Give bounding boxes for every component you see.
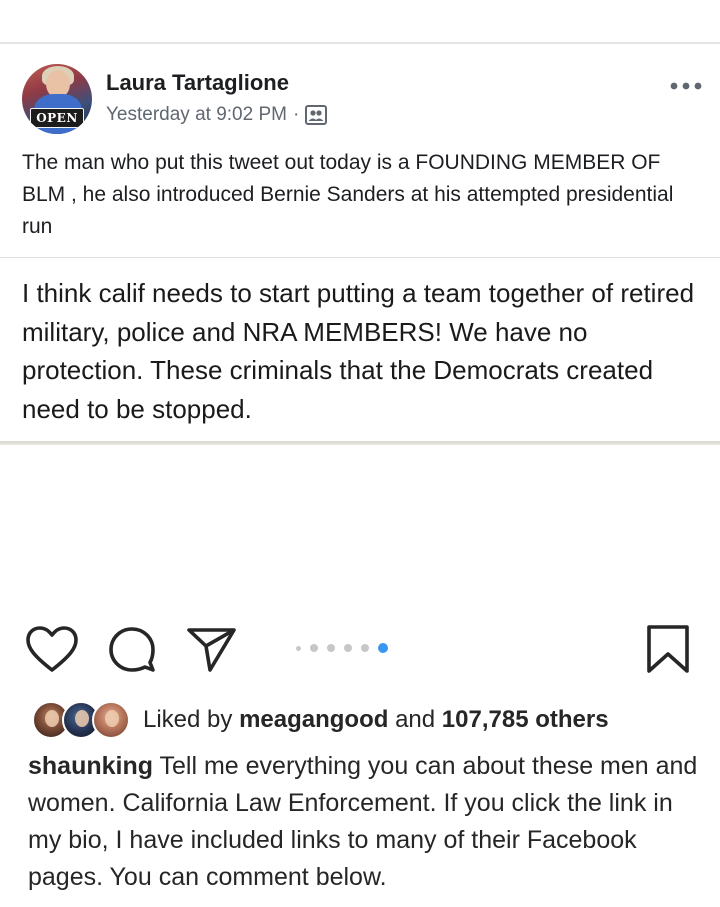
caption-username-link[interactable]: shaunking xyxy=(28,752,153,780)
post-meta: Yesterday at 9:02 PM · xyxy=(106,104,328,126)
avatar-sign: OPEN xyxy=(30,108,84,128)
liked-by-user-link[interactable]: meagangood xyxy=(239,706,388,733)
likes-row: Liked by meagangood and 107,785 others xyxy=(32,700,609,740)
author-avatar: OPEN xyxy=(22,64,92,134)
carousel-dot xyxy=(310,644,318,652)
carousel-dot xyxy=(296,645,301,651)
likes-summary: Liked by meagangood and 107,785 others xyxy=(143,706,609,734)
likes-connector: and xyxy=(395,706,436,733)
carousel-dot xyxy=(327,644,335,652)
carousel-indicator xyxy=(296,643,388,653)
action-bar xyxy=(0,620,720,680)
heart-icon[interactable] xyxy=(26,626,78,674)
shared-tweet-divider xyxy=(0,441,720,445)
post-caption: The man who put this tweet out today is … xyxy=(22,151,674,238)
likes-count-link[interactable]: 107,785 others xyxy=(442,706,609,733)
send-icon[interactable] xyxy=(186,626,238,674)
more-options-icon[interactable] xyxy=(668,78,704,94)
comment-icon[interactable] xyxy=(108,626,156,674)
post-timestamp: Yesterday at 9:02 PM xyxy=(106,104,287,125)
avatar xyxy=(92,701,130,739)
post-media[interactable]: OPEN Laura Tartaglione Yesterday at 9:02… xyxy=(0,0,720,614)
carousel-dot-active xyxy=(378,643,388,653)
meta-separator: · xyxy=(292,104,300,125)
author-name: Laura Tartaglione xyxy=(106,70,289,95)
liker-avatars[interactable] xyxy=(32,701,132,739)
caption-divider xyxy=(0,257,720,258)
shared-tweet-text: I think calif needs to start putting a t… xyxy=(22,278,695,424)
likes-prefix: Liked by xyxy=(143,706,233,733)
carousel-dot xyxy=(361,644,369,652)
friends-icon xyxy=(305,105,328,125)
bookmark-icon[interactable] xyxy=(646,624,690,674)
carousel-dot xyxy=(344,644,352,652)
media-top-divider xyxy=(0,42,720,44)
post-caption-ig: shaunking Tell me everything you can abo… xyxy=(28,748,698,896)
